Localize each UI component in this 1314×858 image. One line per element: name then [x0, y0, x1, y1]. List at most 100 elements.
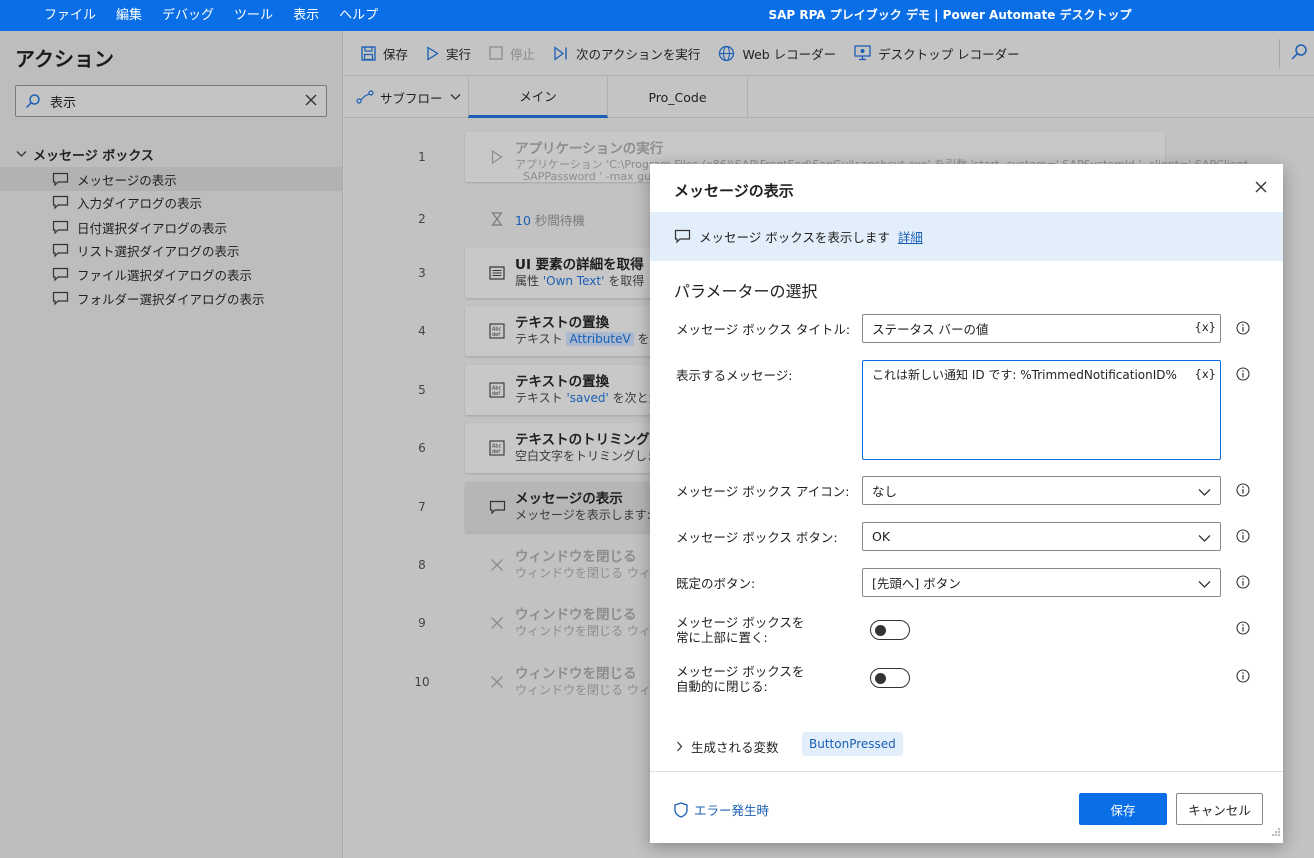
variable-chip[interactable]: ButtonPressed: [802, 732, 903, 756]
info-icon[interactable]: [1236, 321, 1250, 339]
step-title: ウィンドウを閉じる: [515, 666, 637, 682]
step-title: ウィンドウを閉じる: [515, 549, 637, 565]
tabs-row: サブフロー メイン Pro_Code: [344, 76, 1314, 118]
icon-select[interactable]: なし: [862, 476, 1221, 505]
toggle-knob: [875, 673, 886, 684]
menu-edit[interactable]: 編集: [106, 0, 152, 31]
default-button-label: 既定のボタン:: [676, 576, 756, 591]
buttons-select[interactable]: OK: [862, 522, 1221, 551]
tree-item-input-dialog[interactable]: 入力ダイアログの表示: [0, 190, 342, 214]
tab-pro-code[interactable]: Pro_Code: [608, 76, 748, 118]
tree-item-label: 日付選択ダイアログの表示: [77, 220, 228, 236]
wait-seconds: 10: [515, 213, 531, 228]
info-icon[interactable]: [1236, 367, 1250, 385]
svg-text:def: def: [492, 391, 500, 397]
menu-help[interactable]: ヘルプ: [329, 0, 388, 31]
tree-item-display-message[interactable]: メッセージの表示: [0, 167, 342, 191]
step-number: 9: [418, 616, 426, 630]
app-title: SAP RPA プレイブック デモ | Power Automate デスクトッ…: [768, 8, 1132, 22]
menu-file[interactable]: ファイル: [34, 0, 106, 31]
default-button-value: [先頭へ] ボタン: [872, 576, 961, 591]
run-button[interactable]: 実行: [417, 31, 480, 76]
step-subtitle: 空白文字をトリミングしま: [515, 449, 660, 463]
chevron-down-icon: [1198, 577, 1211, 592]
on-error-button[interactable]: エラー発生時: [674, 800, 769, 819]
stop-button[interactable]: 停止: [480, 31, 544, 76]
message-icon: [52, 220, 69, 235]
actions-panel: アクション メッセージ ボックス メッセージの表示 入力ダイアログの表示 日付選…: [0, 31, 343, 858]
close-window-icon: [487, 555, 507, 575]
tab-label: メイン: [519, 89, 557, 104]
menu-tools[interactable]: ツール: [224, 0, 283, 31]
cancel-button[interactable]: キャンセル: [1176, 793, 1263, 825]
text-replace-icon: Abc def: [487, 321, 507, 341]
message-field-value: これは新しい通知 ID です: %TrimmedNotificationID%: [872, 368, 1177, 382]
ontop-label-line2: 常に上部に置く:: [676, 630, 768, 645]
close-icon[interactable]: [1255, 181, 1267, 197]
ontop-label-line1: メッセージ ボックスを: [676, 615, 805, 630]
step-subtitle: 属性 'Own Text' を取得: [515, 272, 644, 289]
tree-item-list-dialog[interactable]: リスト選択ダイアログの表示: [0, 238, 342, 262]
step-title: ウィンドウを閉じる: [515, 607, 637, 623]
message-icon: [674, 229, 691, 244]
autoclose-label-line2: 自動的に閉じる:: [676, 679, 768, 694]
generated-variables-toggle[interactable]: 生成される変数: [676, 737, 779, 756]
toolbar-divider: [1279, 39, 1280, 69]
info-icon[interactable]: [1236, 483, 1250, 501]
save-button[interactable]: 保存: [352, 31, 417, 76]
tree-item-label: フォルダー選択ダイアログの表示: [77, 291, 265, 307]
info-icon[interactable]: [1236, 575, 1250, 593]
autoclose-toggle[interactable]: [870, 668, 910, 688]
stop-label: 停止: [510, 46, 536, 62]
save-button[interactable]: 保存: [1079, 793, 1167, 825]
menu-debug[interactable]: デバッグ: [152, 0, 224, 31]
step-subtitle: ウィンドウを閉じる ウィン: [515, 683, 663, 697]
info-icon[interactable]: [1236, 529, 1250, 547]
chevron-right-icon: [677, 741, 683, 752]
info-icon[interactable]: [1236, 669, 1250, 687]
step-title: 10 秒間待機: [515, 210, 585, 229]
run-next-button[interactable]: 次のアクションを実行: [544, 31, 709, 76]
save-label: 保存: [383, 46, 409, 62]
close-window-icon: [487, 613, 507, 633]
title-field[interactable]: ステータス バーの値 {x}: [862, 314, 1221, 343]
message-field[interactable]: これは新しい通知 ID です: %TrimmedNotificationID% …: [862, 360, 1221, 460]
step-subtitle: ウィンドウを閉じる ウィン: [515, 624, 663, 638]
tree-item-file-dialog[interactable]: ファイル選択ダイアログの表示: [0, 262, 342, 286]
toggle-knob: [875, 625, 886, 636]
subflow-icon: [356, 90, 374, 104]
info-bar: メッセージ ボックスを表示します 詳細: [650, 212, 1283, 261]
message-field-label: 表示するメッセージ:: [676, 368, 793, 383]
sub-text: を取得: [604, 274, 645, 288]
chevron-down-icon: [16, 147, 27, 162]
message-icon: [52, 195, 69, 210]
details-link[interactable]: 詳細: [898, 227, 923, 246]
tree-group-message-boxes[interactable]: メッセージ ボックス: [16, 145, 154, 164]
sub-highlight: 'saved': [566, 391, 609, 405]
ontop-toggle[interactable]: [870, 620, 910, 640]
tree-item-folder-dialog[interactable]: フォルダー選択ダイアログの表示: [0, 286, 342, 310]
autoclose-label: メッセージ ボックスを 自動的に閉じる:: [676, 664, 804, 694]
desktop-recorder-button[interactable]: デスクトップ レコーダー: [845, 31, 1028, 76]
tree-item-date-dialog[interactable]: 日付選択ダイアログの表示: [0, 215, 342, 239]
web-recorder-button[interactable]: Web レコーダー: [709, 31, 845, 76]
play-icon: [427, 45, 439, 61]
stop-icon: [489, 46, 503, 60]
clear-search-icon[interactable]: [304, 93, 318, 111]
default-button-select[interactable]: [先頭へ] ボタン: [862, 568, 1221, 597]
menu-view[interactable]: 表示: [283, 0, 329, 31]
insert-variable-button[interactable]: {x}: [1195, 320, 1216, 334]
tab-main[interactable]: メイン: [468, 76, 608, 118]
step-title: UI 要素の詳細を取得: [515, 257, 644, 273]
toolbar: 保存 実行 停止 次のアクションを実行 Web レコーダー デスクトップ レコー…: [344, 31, 1314, 76]
buttons-select-value: OK: [872, 529, 891, 544]
info-icon[interactable]: [1236, 621, 1250, 639]
search-icon[interactable]: [1290, 43, 1308, 65]
subflow-dropdown[interactable]: サブフロー: [356, 76, 467, 118]
resize-grip-icon[interactable]: [1271, 826, 1281, 841]
ui-element-icon: [487, 263, 507, 283]
insert-variable-button[interactable]: {x}: [1195, 367, 1216, 381]
search-input[interactable]: [50, 93, 295, 109]
dialog-footer: エラー発生時 保存 キャンセル: [650, 771, 1283, 843]
step-subtitle: メッセージを表示します: ...: [515, 508, 667, 522]
